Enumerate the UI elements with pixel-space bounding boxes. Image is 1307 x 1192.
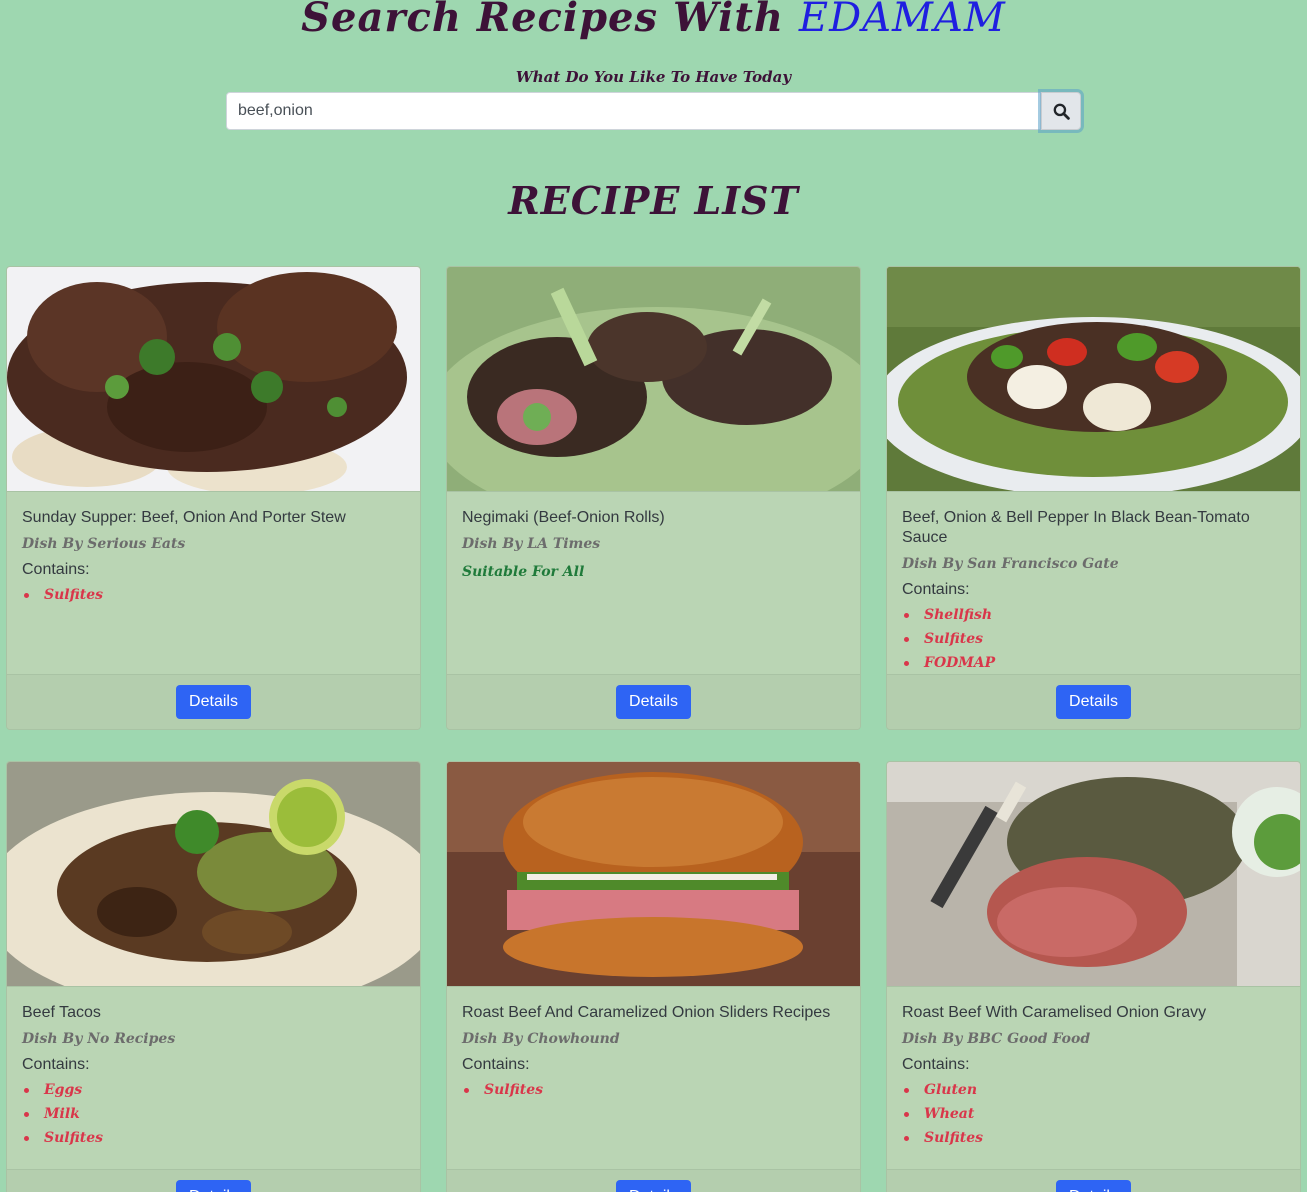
recipe-image — [887, 762, 1300, 987]
recipe-image — [887, 267, 1300, 492]
recipe-title: Roast Beef And Caramelized Onion Sliders… — [462, 1004, 831, 1021]
recipe-card: Sunday Supper: Beef, Onion And Porter St… — [6, 266, 421, 730]
allergen-item: Sulfites — [24, 1126, 405, 1150]
recipe-title: Beef Tacos — [22, 1004, 101, 1021]
allergen-list: Shellfish Sulfites FODMAP — [902, 603, 1285, 675]
recipe-title: Roast Beef With Caramelised Onion Gravy — [902, 1004, 1207, 1021]
recipe-title: Negimaki (Beef-Onion Rolls) — [462, 509, 665, 526]
recipe-card-body: Roast Beef With Caramelised Onion Gravy … — [887, 987, 1300, 1169]
search-prompt: What Do You Like To Have Today — [515, 68, 792, 86]
allergen-item: Sulfites — [904, 1126, 1285, 1150]
allergen-list: Eggs Milk Sulfites — [22, 1078, 405, 1150]
recipe-list-heading: RECIPE LIST — [508, 178, 799, 223]
search-icon — [1053, 103, 1070, 120]
details-button[interactable]: Details — [1056, 1180, 1131, 1192]
recipe-card: Beef, Onion & Bell Pepper In Black Bean-… — [886, 266, 1301, 730]
recipe-card-body: Beef, Onion & Bell Pepper In Black Bean-… — [887, 492, 1300, 674]
recipe-source: Dish By San Francisco Gate — [902, 556, 1119, 572]
details-button[interactable]: Details — [176, 685, 251, 719]
suitable-label: Suitable For All — [462, 564, 585, 580]
recipe-source: Dish By LA Times — [462, 536, 601, 552]
recipe-image — [7, 267, 420, 492]
allergen-list: Sulfites — [462, 1078, 845, 1102]
allergen-list: Sulfites — [22, 583, 405, 607]
contains-label: Contains: — [902, 1056, 970, 1073]
contains-label: Contains: — [22, 561, 90, 578]
details-button[interactable]: Details — [176, 1180, 251, 1192]
details-button[interactable]: Details — [616, 685, 691, 719]
allergen-item: FODMAP — [904, 651, 1285, 675]
recipe-card-footer: Details — [447, 674, 860, 729]
recipe-source: Dish By Chowhound — [462, 1031, 620, 1047]
page-title: Search Recipes With EDAMAM — [0, 0, 1307, 46]
details-button[interactable]: Details — [1056, 685, 1131, 719]
recipe-card-body: Beef Tacos Dish By No Recipes Contains: … — [7, 987, 420, 1169]
recipe-title: Sunday Supper: Beef, Onion And Porter St… — [22, 509, 346, 526]
recipe-card: Beef Tacos Dish By No Recipes Contains: … — [6, 761, 421, 1192]
page-title-prefix: Search Recipes With — [301, 0, 784, 41]
recipe-card-footer: Details — [447, 1169, 860, 1192]
recipe-image — [447, 267, 860, 492]
details-button[interactable]: Details — [616, 1180, 691, 1192]
allergen-item: Shellfish — [904, 603, 1285, 627]
search-input[interactable] — [226, 92, 1041, 130]
page-title-brand: EDAMAM — [798, 0, 1006, 41]
allergen-item: Eggs — [24, 1078, 405, 1102]
page: Search Recipes With EDAMAM What Do You L… — [0, 0, 1307, 1192]
recipe-card-footer: Details — [887, 674, 1300, 729]
recipe-card-body: Roast Beef And Caramelized Onion Sliders… — [447, 987, 860, 1169]
recipe-image — [7, 762, 420, 987]
allergen-item: Sulfites — [24, 583, 405, 607]
allergen-item: Wheat — [904, 1102, 1285, 1126]
recipe-title: Beef, Onion & Bell Pepper In Black Bean-… — [902, 509, 1250, 546]
contains-label: Contains: — [902, 581, 970, 598]
recipe-card: Roast Beef With Caramelised Onion Gravy … — [886, 761, 1301, 1192]
search-bar — [226, 92, 1082, 130]
recipe-image — [447, 762, 860, 987]
recipe-source: Dish By BBC Good Food — [902, 1031, 1091, 1047]
allergen-item: Milk — [24, 1102, 405, 1126]
recipe-card-footer: Details — [7, 1169, 420, 1192]
recipe-card-body: Sunday Supper: Beef, Onion And Porter St… — [7, 492, 420, 674]
recipe-source: Dish By No Recipes — [22, 1031, 176, 1047]
search-button[interactable] — [1041, 92, 1081, 130]
allergen-item: Sulfites — [464, 1078, 845, 1102]
allergen-list: Gluten Wheat Sulfites — [902, 1078, 1285, 1150]
recipe-card-footer: Details — [7, 674, 420, 729]
recipe-card: Roast Beef And Caramelized Onion Sliders… — [446, 761, 861, 1192]
recipe-card: Negimaki (Beef-Onion Rolls) Dish By LA T… — [446, 266, 861, 730]
recipe-source: Dish By Serious Eats — [22, 536, 186, 552]
recipe-card-body: Negimaki (Beef-Onion Rolls) Dish By LA T… — [447, 492, 860, 674]
contains-label: Contains: — [462, 1056, 530, 1073]
allergen-item: Gluten — [904, 1078, 1285, 1102]
recipe-card-footer: Details — [887, 1169, 1300, 1192]
contains-label: Contains: — [22, 1056, 90, 1073]
allergen-item: Sulfites — [904, 627, 1285, 651]
